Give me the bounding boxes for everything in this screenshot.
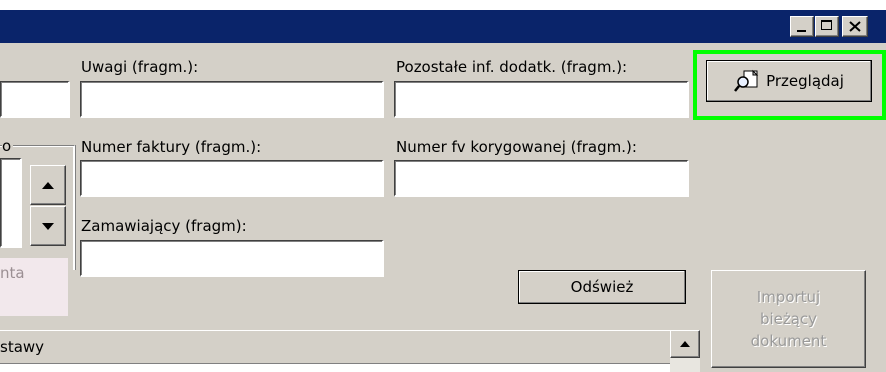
odswiez-label: Odśwież <box>570 278 634 296</box>
numer-fv-kor-label: Numer fv korygowanej (fragm.): <box>396 138 637 156</box>
left-pink-panel: nta <box>0 258 68 316</box>
importuj-line1: Importuj <box>756 288 821 306</box>
column-header[interactable]: stawy <box>0 338 44 356</box>
top-strip <box>0 0 886 10</box>
numer-fv-kor-input[interactable] <box>394 160 689 197</box>
close-button[interactable] <box>842 16 868 37</box>
importuj-line3: dokument <box>750 332 827 350</box>
window-title-bar <box>0 10 886 43</box>
uwagi-input[interactable] <box>80 81 384 118</box>
scroll-up-button[interactable] <box>30 165 66 205</box>
przegladaj-button[interactable]: Przeglądaj <box>706 60 872 102</box>
arrow-down-icon <box>42 222 54 230</box>
numer-faktury-input[interactable] <box>80 160 384 197</box>
scroll-down-button[interactable] <box>30 206 66 246</box>
minimize-icon <box>797 30 806 32</box>
uwagi-label: Uwagi (fragm.): <box>81 58 199 76</box>
browse-icon <box>734 69 759 92</box>
list-header: stawy <box>0 330 670 364</box>
left-partial-field[interactable] <box>0 81 70 118</box>
pozostale-label: Pozostałe inf. dodatk. (fragm.): <box>396 58 628 76</box>
arrow-up-icon <box>42 181 54 189</box>
numer-faktury-label: Numer faktury (fragm.): <box>81 138 262 156</box>
arrow-up-icon <box>680 341 690 347</box>
przegladaj-label: Przeglądaj <box>766 72 844 90</box>
left-list-box[interactable] <box>0 158 22 248</box>
maximize-button[interactable] <box>815 16 839 37</box>
left-partial-text: nta <box>0 264 25 282</box>
left-group-label: o <box>2 137 14 155</box>
list-body[interactable] <box>0 364 670 372</box>
importuj-line2: bieżący <box>759 310 818 328</box>
close-icon <box>849 21 861 32</box>
zamawiajacy-input[interactable] <box>80 240 384 277</box>
list-scrollbar-track[interactable] <box>670 358 700 372</box>
minimize-button[interactable] <box>790 16 814 37</box>
maximize-icon <box>821 20 832 30</box>
pozostale-input[interactable] <box>394 81 689 118</box>
odswiez-button[interactable]: Odśwież <box>518 270 686 304</box>
list-scroll-up-button[interactable] <box>670 330 700 358</box>
importuj-button[interactable]: Importuj bieżący dokument <box>711 270 866 368</box>
zamawiajacy-label: Zamawiający (fragm): <box>81 217 247 235</box>
